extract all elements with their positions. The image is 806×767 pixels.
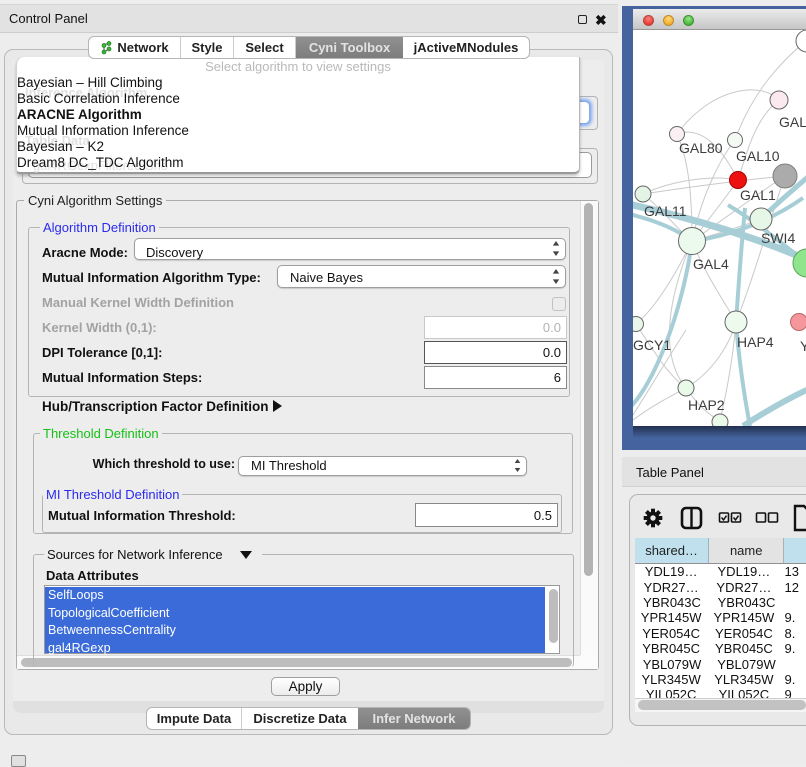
svg-text:SWI4: SWI4: [761, 230, 795, 246]
svg-text:GAL80: GAL80: [679, 140, 723, 156]
svg-text:HAP2: HAP2: [688, 397, 725, 413]
svg-text:GAL: GAL: [779, 114, 806, 130]
svg-text:Y: Y: [800, 338, 806, 354]
svg-text:GAL10: GAL10: [736, 148, 780, 164]
svg-text:HAP4: HAP4: [737, 334, 774, 350]
svg-text:GAL11: GAL11: [644, 203, 687, 219]
svg-text:GCY1: GCY1: [633, 337, 671, 353]
svg-text:GAL1: GAL1: [740, 187, 776, 203]
svg-text:GAL4: GAL4: [693, 256, 729, 272]
